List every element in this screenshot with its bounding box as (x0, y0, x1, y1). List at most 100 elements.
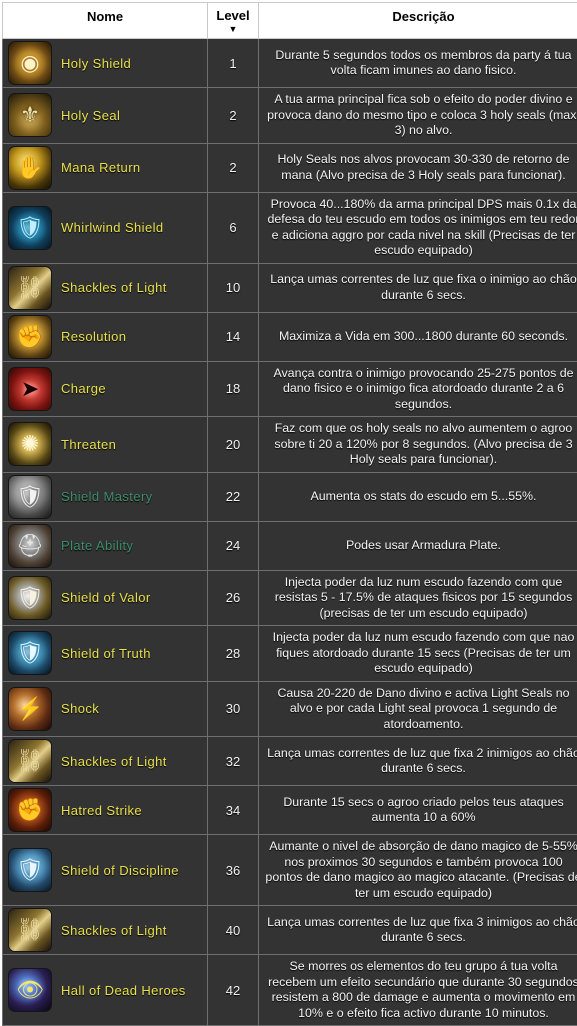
skill-level-cell: 6 (208, 192, 259, 263)
column-header-level[interactable]: Level ▼ (208, 3, 259, 39)
table-row[interactable]: ⛑Plate Ability24Podes usar Armadura Plat… (3, 521, 577, 570)
plate-ability-icon[interactable]: ⛑ (8, 524, 52, 568)
table-row[interactable]: ➤Charge18Avança contra o inimigo provoca… (3, 361, 577, 417)
skill-description-cell: A tua arma principal fica sob o efeito d… (259, 88, 577, 144)
holy-shield-icon[interactable]: ◉ (8, 41, 52, 85)
shackles-of-light-icon-glyph: ⛓ (9, 740, 51, 782)
skill-level-cell: 26 (208, 570, 259, 626)
skill-level-cell: 18 (208, 361, 259, 417)
skill-name-label: Shield of Truth (61, 646, 151, 661)
table-row[interactable]: 🛡Shield of Truth28Injecta poder da luz n… (3, 626, 577, 682)
table-row[interactable]: ⚡Shock30Causa 20-220 de Dano divino e ac… (3, 681, 577, 737)
skill-name-label: Threaten (61, 437, 116, 452)
plate-ability-icon-glyph: ⛑ (9, 525, 51, 567)
skill-name-cell: ✺ Threaten (3, 417, 208, 473)
shield-mastery-icon[interactable]: 🛡 (8, 475, 52, 519)
table-row[interactable]: 🛡Shield Mastery22Aumenta os stats do esc… (3, 472, 577, 521)
skill-level-cell: 14 (208, 312, 259, 361)
table-row[interactable]: 🛡Shield of Discipline36Aumante o nivel d… (3, 835, 577, 906)
skill-name-cell: 🛡 Shield of Truth (3, 626, 208, 682)
skill-level-cell: 2 (208, 143, 259, 192)
skill-level-cell: 20 (208, 417, 259, 473)
skill-description-cell: Durante 15 secs o agroo criado pelos teu… (259, 786, 577, 835)
skill-level-cell: 32 (208, 737, 259, 786)
shield-of-discipline-icon[interactable]: 🛡 (8, 848, 52, 892)
holy-seal-icon-glyph: ⚜ (9, 94, 51, 136)
skill-name-cell: ⚡Shock (3, 681, 208, 737)
shield-of-truth-icon[interactable]: 🛡 (8, 631, 52, 675)
resolution-icon[interactable]: ✊ (8, 315, 52, 359)
skill-name-label: Shield of Valor (61, 590, 151, 605)
skill-description-cell: Lança umas correntes de luz que fixa 2 i… (259, 737, 577, 786)
mana-return-icon-glyph: ✋ (9, 147, 51, 189)
skill-description-cell: Aumenta os stats do escudo em 5...55%. (259, 472, 577, 521)
column-header-description[interactable]: Descrição (259, 3, 577, 39)
holy-shield-icon-glyph: ◉ (9, 42, 51, 84)
skill-level-cell: 36 (208, 835, 259, 906)
table-row[interactable]: ✺Threaten20Faz com que os holy seals no … (3, 417, 577, 473)
skill-name-label: Holy Shield (61, 56, 131, 71)
skill-name-label: Whirlwind Shield (61, 220, 164, 235)
mana-return-icon[interactable]: ✋ (8, 146, 52, 190)
table-row[interactable]: ✊Resolution14Maximiza a Vida em 300...18… (3, 312, 577, 361)
skill-name-cell: ✋ Mana Return (3, 143, 208, 192)
skill-description-cell: Avança contra o inimigo provocando 25-27… (259, 361, 577, 417)
shock-icon[interactable]: ⚡ (8, 687, 52, 731)
skill-name-label: Mana Return (61, 160, 141, 175)
table-row[interactable]: ⛓Shackles of Light10Lança umas correntes… (3, 263, 577, 312)
shield-mastery-icon-glyph: 🛡 (9, 476, 51, 518)
shield-of-truth-icon-glyph: 🛡 (9, 632, 51, 674)
skill-name-cell: 🛡Shield Mastery (3, 472, 208, 521)
skill-table: Nome Level ▼ Descrição ◉Holy Shield1Dura… (2, 2, 577, 1026)
column-header-name-label: Nome (87, 9, 123, 24)
skill-name-label: Shackles of Light (61, 754, 167, 769)
skill-name-cell: ✊Hatred Strike (3, 786, 208, 835)
shield-of-valor-icon-glyph: 🛡 (9, 577, 51, 619)
skill-name-cell: ⛑Plate Ability (3, 521, 208, 570)
table-row[interactable]: 🛡Whirlwind Shield6Provoca 40...180% da a… (3, 192, 577, 263)
skill-description-cell: Causa 20-220 de Dano divino e activa Lig… (259, 681, 577, 737)
skill-description-cell: Durante 5 segundos todos os membros da p… (259, 39, 577, 88)
table-row[interactable]: ⛓Shackles of Light40Lança umas correntes… (3, 906, 577, 955)
table-row[interactable]: ✋Mana Return2Holy Seals nos alvos provoc… (3, 143, 577, 192)
skill-name-cell: ➤Charge (3, 361, 208, 417)
skill-name-cell: ◉ Holy Shield (3, 39, 208, 88)
skill-level-cell: 40 (208, 906, 259, 955)
skill-description-cell: Maximiza a Vida em 300...1800 durante 60… (259, 312, 577, 361)
whirlwind-shield-icon[interactable]: 🛡 (8, 206, 52, 250)
skill-name-cell: 👁 Hall of Dead Heroes (3, 955, 208, 1026)
table-row[interactable]: 🛡Shield of Valor26Injecta poder da luz n… (3, 570, 577, 626)
hatred-strike-icon[interactable]: ✊ (8, 788, 52, 832)
table-header: Nome Level ▼ Descrição (3, 3, 577, 39)
shield-of-valor-icon[interactable]: 🛡 (8, 576, 52, 620)
table-row[interactable]: 👁Hall of Dead Heroes42Se morres os eleme… (3, 955, 577, 1026)
column-header-name[interactable]: Nome (3, 3, 208, 39)
skill-name-label: Holy Seal (61, 108, 120, 123)
column-header-level-label: Level (216, 9, 249, 22)
charge-icon[interactable]: ➤ (8, 367, 52, 411)
skill-name-cell: ✊Resolution (3, 312, 208, 361)
skill-table-container: Nome Level ▼ Descrição ◉Holy Shield1Dura… (0, 0, 577, 952)
skill-description-cell: Se morres os elementos do teu grupo á tu… (259, 955, 577, 1026)
shackles-of-light-icon[interactable]: ⛓ (8, 908, 52, 952)
shackles-of-light-icon[interactable]: ⛓ (8, 266, 52, 310)
table-row[interactable]: ✊Hatred Strike34Durante 15 secs o agroo … (3, 786, 577, 835)
table-row[interactable]: ⛓ Shackles of Light 32Lança umas correntes… (3, 737, 577, 786)
sort-descending-icon[interactable]: ▼ (229, 25, 238, 34)
skill-name-cell: 🛡 Whirlwind Shield (3, 192, 208, 263)
holy-seal-icon[interactable]: ⚜ (8, 93, 52, 137)
shackles-of-light-icon-glyph: ⛓ (9, 909, 51, 951)
hall-of-dead-heroes-icon-glyph: 👁 (9, 969, 51, 1011)
resolution-icon-glyph: ✊ (9, 316, 51, 358)
shackles-of-light-icon[interactable]: ⛓ (8, 739, 52, 783)
skill-name-label: Shackles of Light (61, 923, 167, 938)
hall-of-dead-heroes-icon[interactable]: 👁 (8, 968, 52, 1012)
table-row[interactable]: ◉Holy Shield1Durante 5 segundos todos os… (3, 39, 577, 88)
skill-level-cell: 30 (208, 681, 259, 737)
charge-icon-glyph: ➤ (9, 368, 51, 410)
table-row[interactable]: ⚜Holy Seal2A tua arma principal fica sob… (3, 88, 577, 144)
skill-level-cell: 34 (208, 786, 259, 835)
threaten-icon[interactable]: ✺ (8, 422, 52, 466)
hatred-strike-icon-glyph: ✊ (9, 789, 51, 831)
skill-name-label: Hall of Dead Heroes (61, 983, 186, 998)
